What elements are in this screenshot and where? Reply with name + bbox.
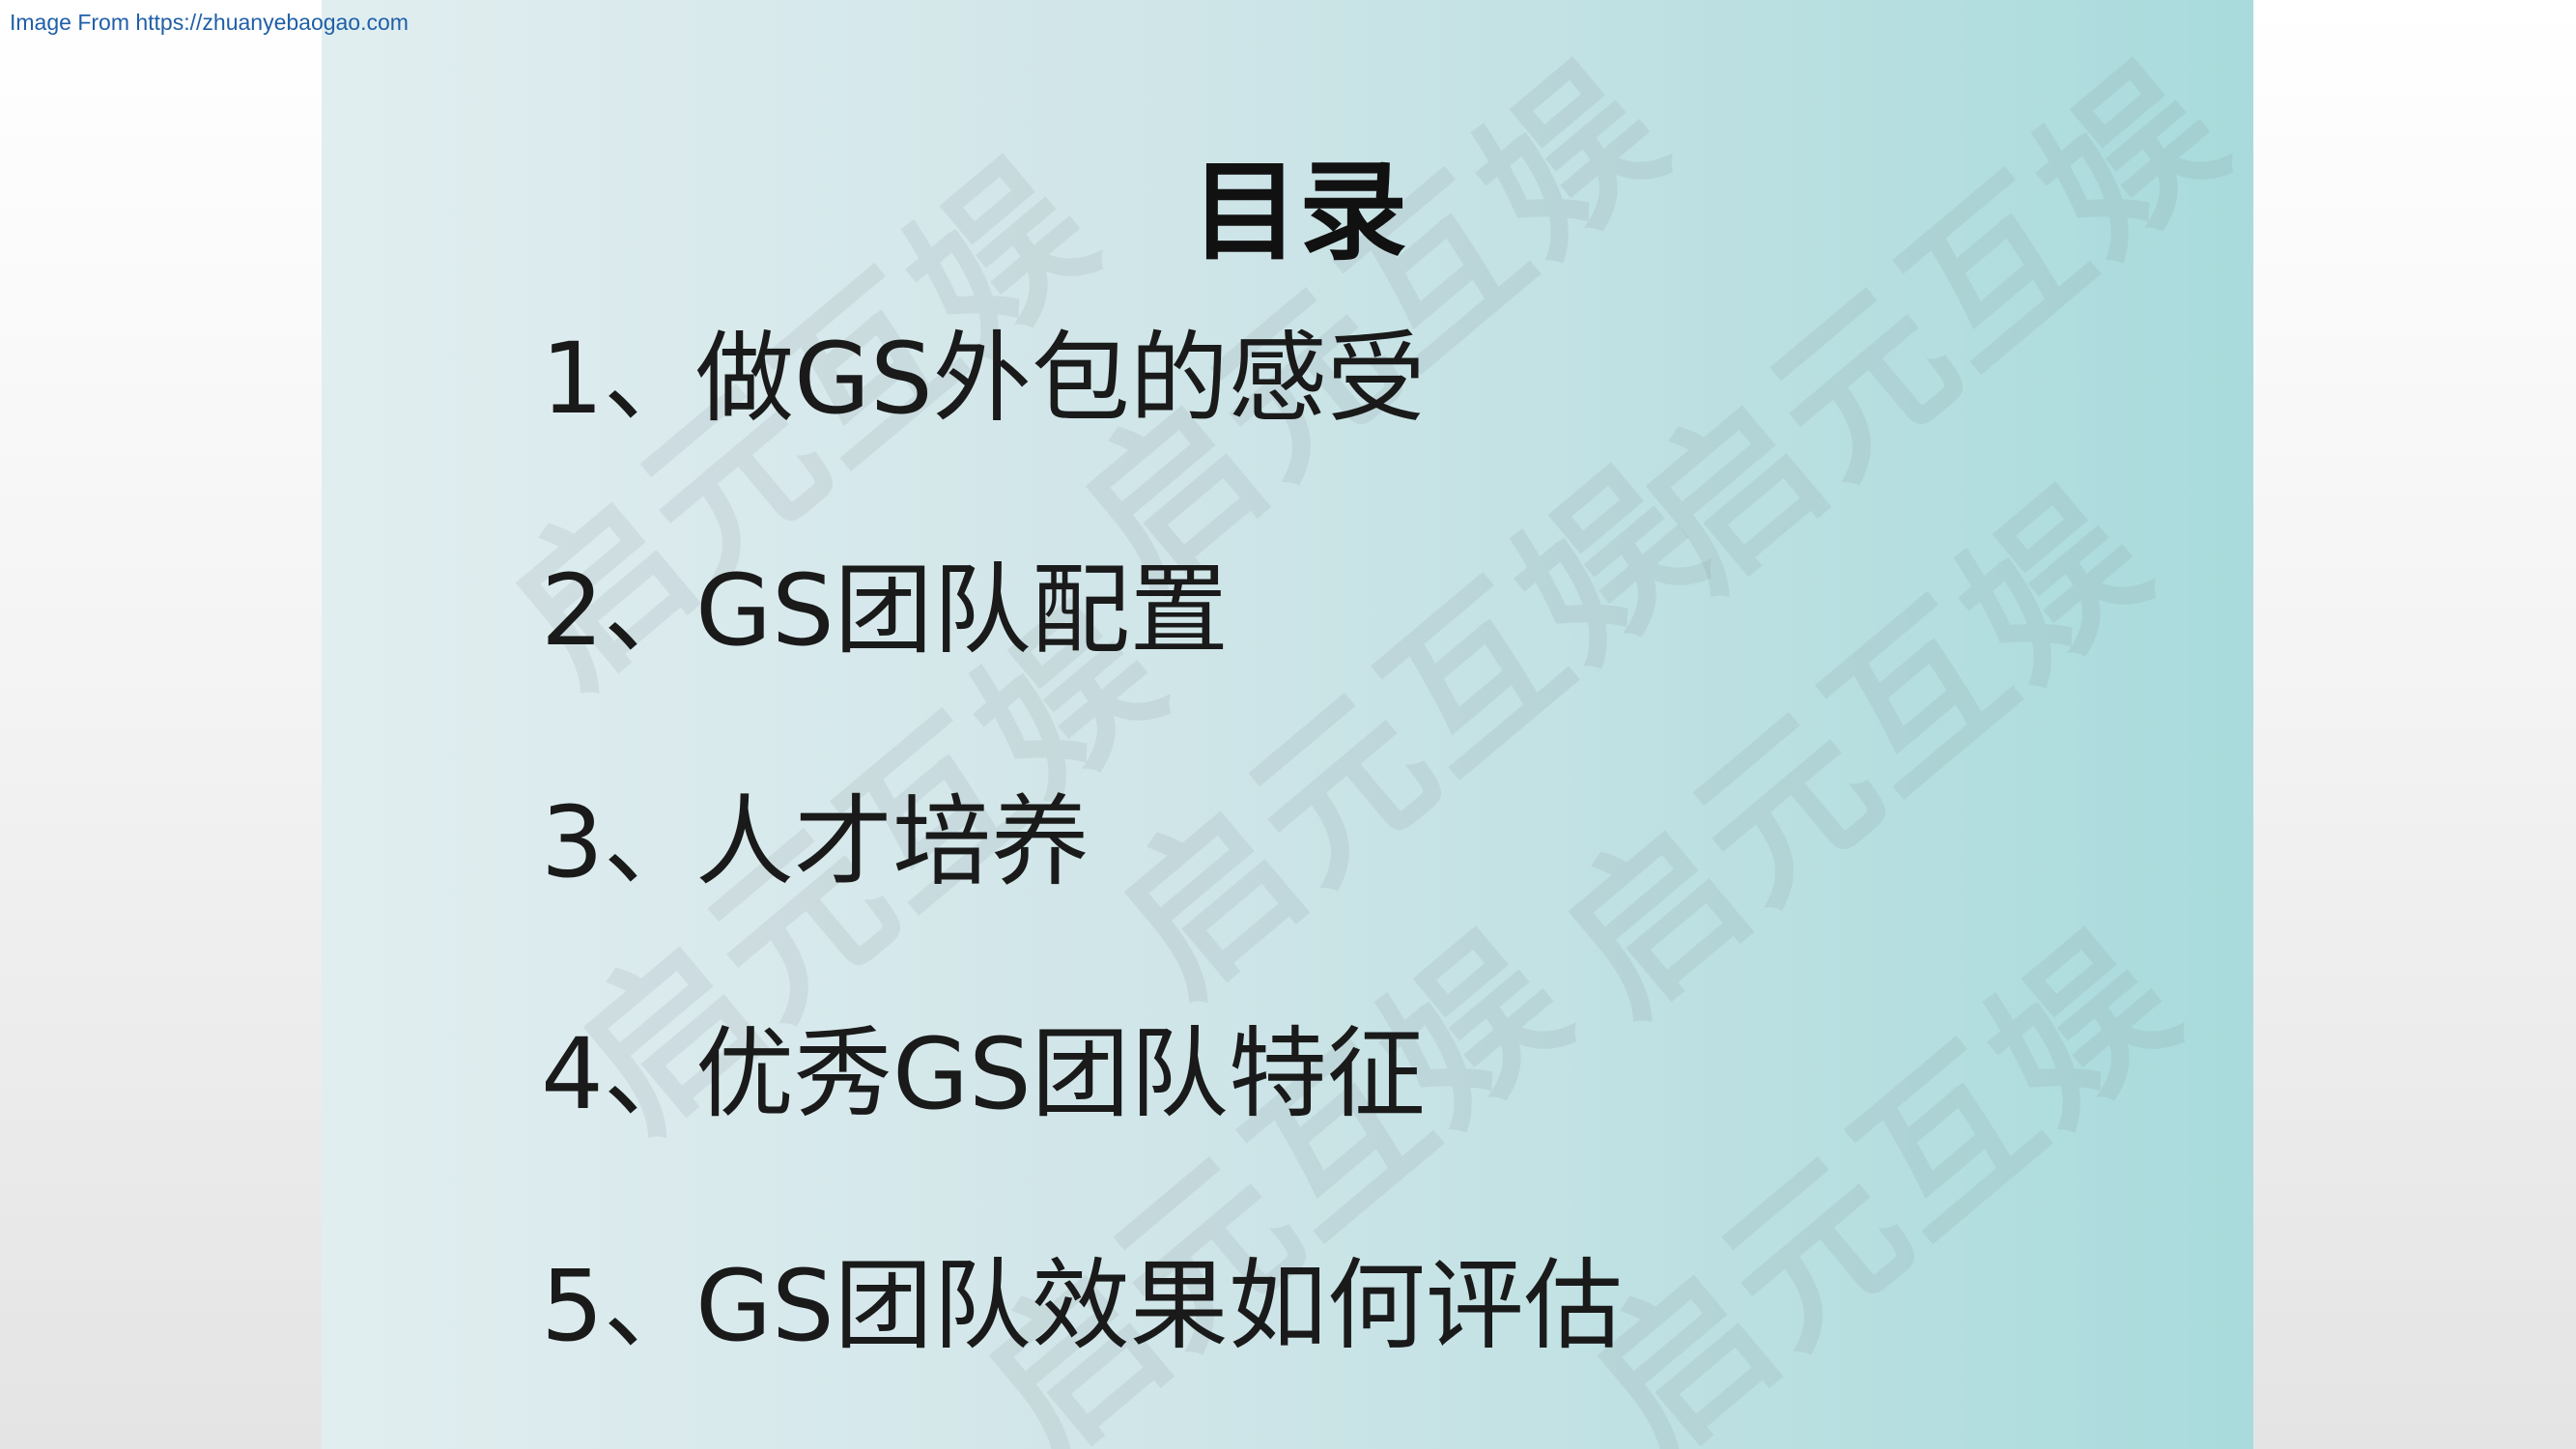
toc-item-number: 4、: [541, 1017, 702, 1132]
slide-title: 目录: [1191, 150, 1407, 275]
toc-item-text: 做GS外包的感受: [695, 322, 1426, 437]
source-link[interactable]: Image From https://zhuanyebaogao.com: [10, 10, 409, 36]
toc-item-text: 优秀GS团队特征: [695, 1017, 1426, 1132]
toc-item-number: 1、: [541, 322, 702, 437]
toc-item: 5、 GS团队效果如何评估: [541, 1244, 2183, 1449]
toc-item: 3、 人才培养: [541, 781, 2183, 1012]
toc-item-number: 5、: [541, 1249, 702, 1364]
toc-item-text: GS团队效果如何评估: [695, 1249, 1623, 1364]
toc-item: 1、 做GS外包的感受: [541, 317, 2183, 549]
toc-item-text: GS团队配置: [695, 554, 1229, 668]
slide: 启元互娱 启元互娱 启元互娱 启元互娱 启元互娱 启元互娱 启元互娱 启元互娱 …: [322, 0, 2253, 1449]
toc-item-number: 3、: [541, 785, 702, 900]
toc-item-number: 2、: [541, 554, 702, 668]
toc-item-text: 人才培养: [695, 785, 1090, 900]
toc-item: 4、 优秀GS团队特征: [541, 1012, 2183, 1244]
table-of-contents: 1、 做GS外包的感受 2、 GS团队配置 3、 人才培养 4、 优秀GS团队特…: [541, 317, 2183, 1449]
toc-item: 2、 GS团队配置: [541, 549, 2183, 781]
